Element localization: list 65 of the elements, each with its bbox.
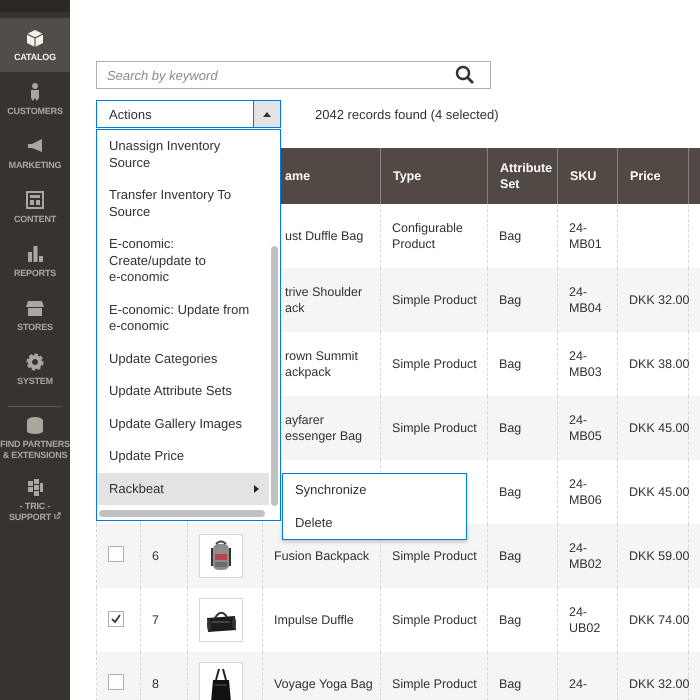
- sidebar-item[interactable]: SYSTEM: [0, 342, 70, 396]
- menu-item[interactable]: Rackbeat: [97, 472, 269, 505]
- table-cell: 24-UB02: [569, 605, 600, 635]
- sidebar-item[interactable]: STORES: [0, 288, 70, 342]
- table-cell: trive Shoulder ack: [285, 285, 362, 315]
- table-cell: DKK 38.00: [629, 357, 690, 371]
- table-cell: Bag: [499, 677, 522, 691]
- column-header[interactable]: Attribute Set: [488, 148, 558, 204]
- sidebar-item[interactable]: MARKETING: [0, 126, 70, 180]
- table-cell: Bag: [499, 229, 522, 243]
- table-cell: Bag: [499, 421, 522, 435]
- menu-item[interactable]: E-conomic: Create/update to e-conomic: [97, 228, 269, 294]
- table-cell: DKK 45.00: [629, 421, 690, 435]
- search-field[interactable]: Search by keyword: [96, 61, 491, 89]
- column-header[interactable]: Type: [380, 148, 488, 204]
- table-cell: rown Summit ackpack: [285, 349, 358, 379]
- sidebar-item[interactable]: - TRIC - SUPPORT: [0, 469, 70, 531]
- column-header[interactable]: Price: [618, 148, 688, 204]
- records-count: 2042 records found (4 selected): [315, 106, 499, 122]
- sidebar-item[interactable]: FIND PARTNERS & EXTENSIONS: [0, 407, 70, 469]
- menu-item[interactable]: Update Price: [97, 440, 269, 472]
- table-cell: DKK 32.00: [629, 677, 690, 691]
- table-cell: 24-: [569, 677, 588, 691]
- table-cell: DKK 32.00: [629, 293, 690, 307]
- table-cell: Voyage Yoga Bag: [274, 677, 373, 691]
- table-cell: Bag: [499, 293, 522, 307]
- sidebar-item[interactable]: CUSTOMERS: [0, 72, 70, 126]
- sidebar-item[interactable]: CATALOG: [0, 18, 70, 72]
- table-cell: 8: [152, 677, 159, 691]
- table-cell: 24-MB02: [569, 541, 602, 571]
- sidebar-item[interactable]: CONTENT: [0, 180, 70, 234]
- table-cell: Bag: [499, 357, 522, 371]
- menu-item[interactable]: Update Attribute Sets: [97, 375, 269, 408]
- table-cell: Configurable Product: [392, 221, 463, 251]
- menu-item[interactable]: Synchronize: [283, 474, 466, 506]
- table-cell: 24-MB03: [569, 349, 602, 379]
- table-cell: 6: [152, 549, 159, 563]
- table-cell: Simple Product: [392, 549, 477, 563]
- table-cell: Bag: [499, 549, 522, 563]
- table-cell: Simple Product: [392, 677, 477, 691]
- table-cell: ust Duffle Bag: [285, 229, 364, 243]
- table-cell: Simple Product: [392, 293, 477, 307]
- table-cell: Bag: [499, 613, 522, 627]
- table-cell: Simple Product: [392, 357, 477, 371]
- table-cell: Simple Product: [392, 421, 477, 435]
- table-cell: 24-MB05: [569, 413, 602, 443]
- table-cell: Bag: [499, 485, 522, 499]
- table-cell: Impulse Duffle: [274, 613, 354, 627]
- table-cell: Fusion Backpack: [274, 549, 370, 563]
- menu-item[interactable]: Delete: [283, 506, 466, 539]
- table-cell: DKK 74.00: [629, 613, 690, 627]
- table-cell: 24-MB01: [569, 221, 602, 251]
- menu-item[interactable]: Update Gallery Images: [97, 408, 269, 440]
- table-cell: 24-MB04: [569, 285, 602, 315]
- sidebar-item[interactable]: REPORTS: [0, 234, 70, 288]
- column-header[interactable]: SKU: [558, 148, 618, 204]
- menu-item[interactable]: E-conomic: Update from e-conomic: [97, 294, 269, 342]
- menu-item[interactable]: Update Categories: [97, 342, 269, 375]
- table-cell: 24-MB06: [569, 477, 602, 507]
- actions-dropdown[interactable]: Actions: [96, 100, 281, 128]
- table-cell: 7: [152, 613, 159, 627]
- table-cell: Simple Product: [392, 613, 477, 627]
- table-cell: ayfarer essenger Bag: [285, 413, 362, 443]
- table-cell: DKK 59.00: [629, 549, 690, 563]
- table-cell: DKK 45.00: [629, 485, 690, 499]
